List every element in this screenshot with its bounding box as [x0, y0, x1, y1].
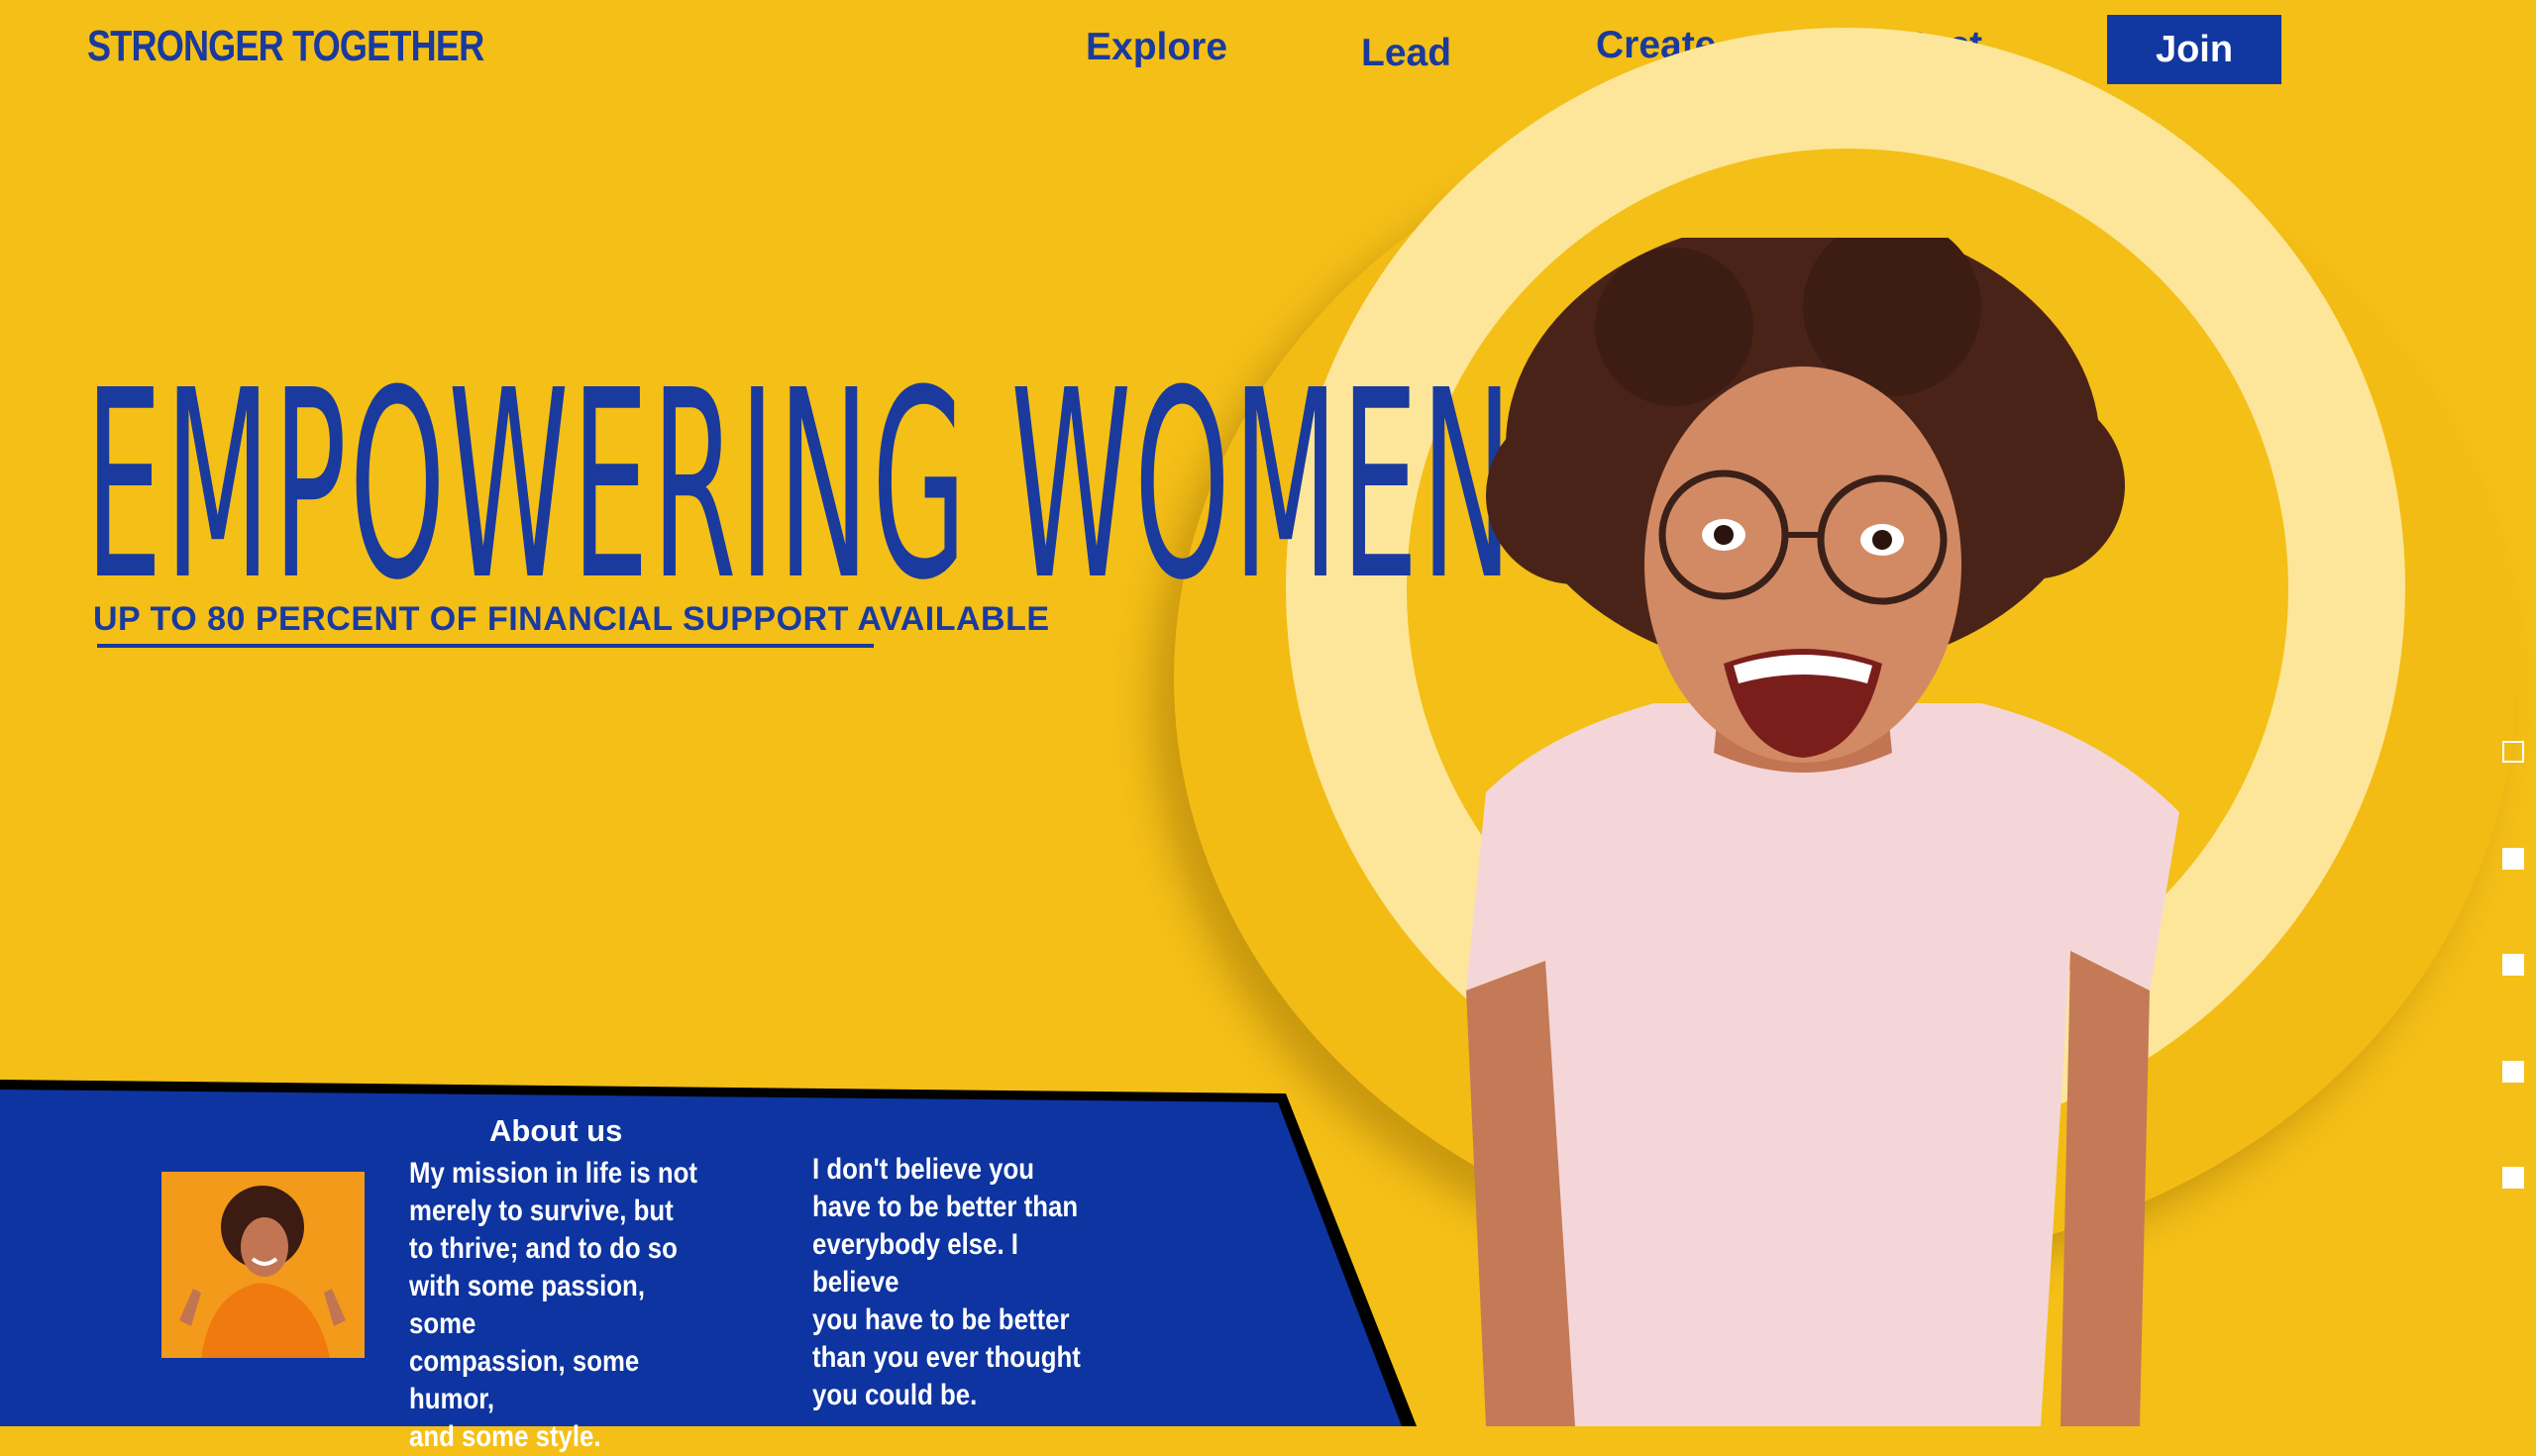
about-panel — [0, 1080, 1417, 1426]
text-line: My mission in life is not — [409, 1157, 698, 1190]
about-title: About us — [489, 1113, 623, 1148]
text-line: than you ever thought — [812, 1341, 1081, 1374]
about-paragraph-quote: I don't believe you have to be better th… — [812, 1151, 1094, 1414]
text-line: you could be. — [812, 1379, 978, 1411]
text-line: have to be better than — [812, 1191, 1079, 1223]
text-line: merely to survive, but — [409, 1195, 674, 1227]
about-photo — [161, 1172, 365, 1358]
text-line: everybody else. I believe — [812, 1228, 1018, 1299]
text-line: I don't believe you — [812, 1153, 1035, 1186]
about-paragraph-mission: My mission in life is not merely to surv… — [409, 1155, 716, 1456]
text-line: you have to be better — [812, 1303, 1070, 1336]
text-line: and some style. — [409, 1420, 601, 1453]
text-line: compassion, some humor, — [409, 1345, 640, 1415]
text-line: to thrive; and to do so — [409, 1232, 678, 1265]
text-line: with some passion, some — [409, 1270, 645, 1340]
